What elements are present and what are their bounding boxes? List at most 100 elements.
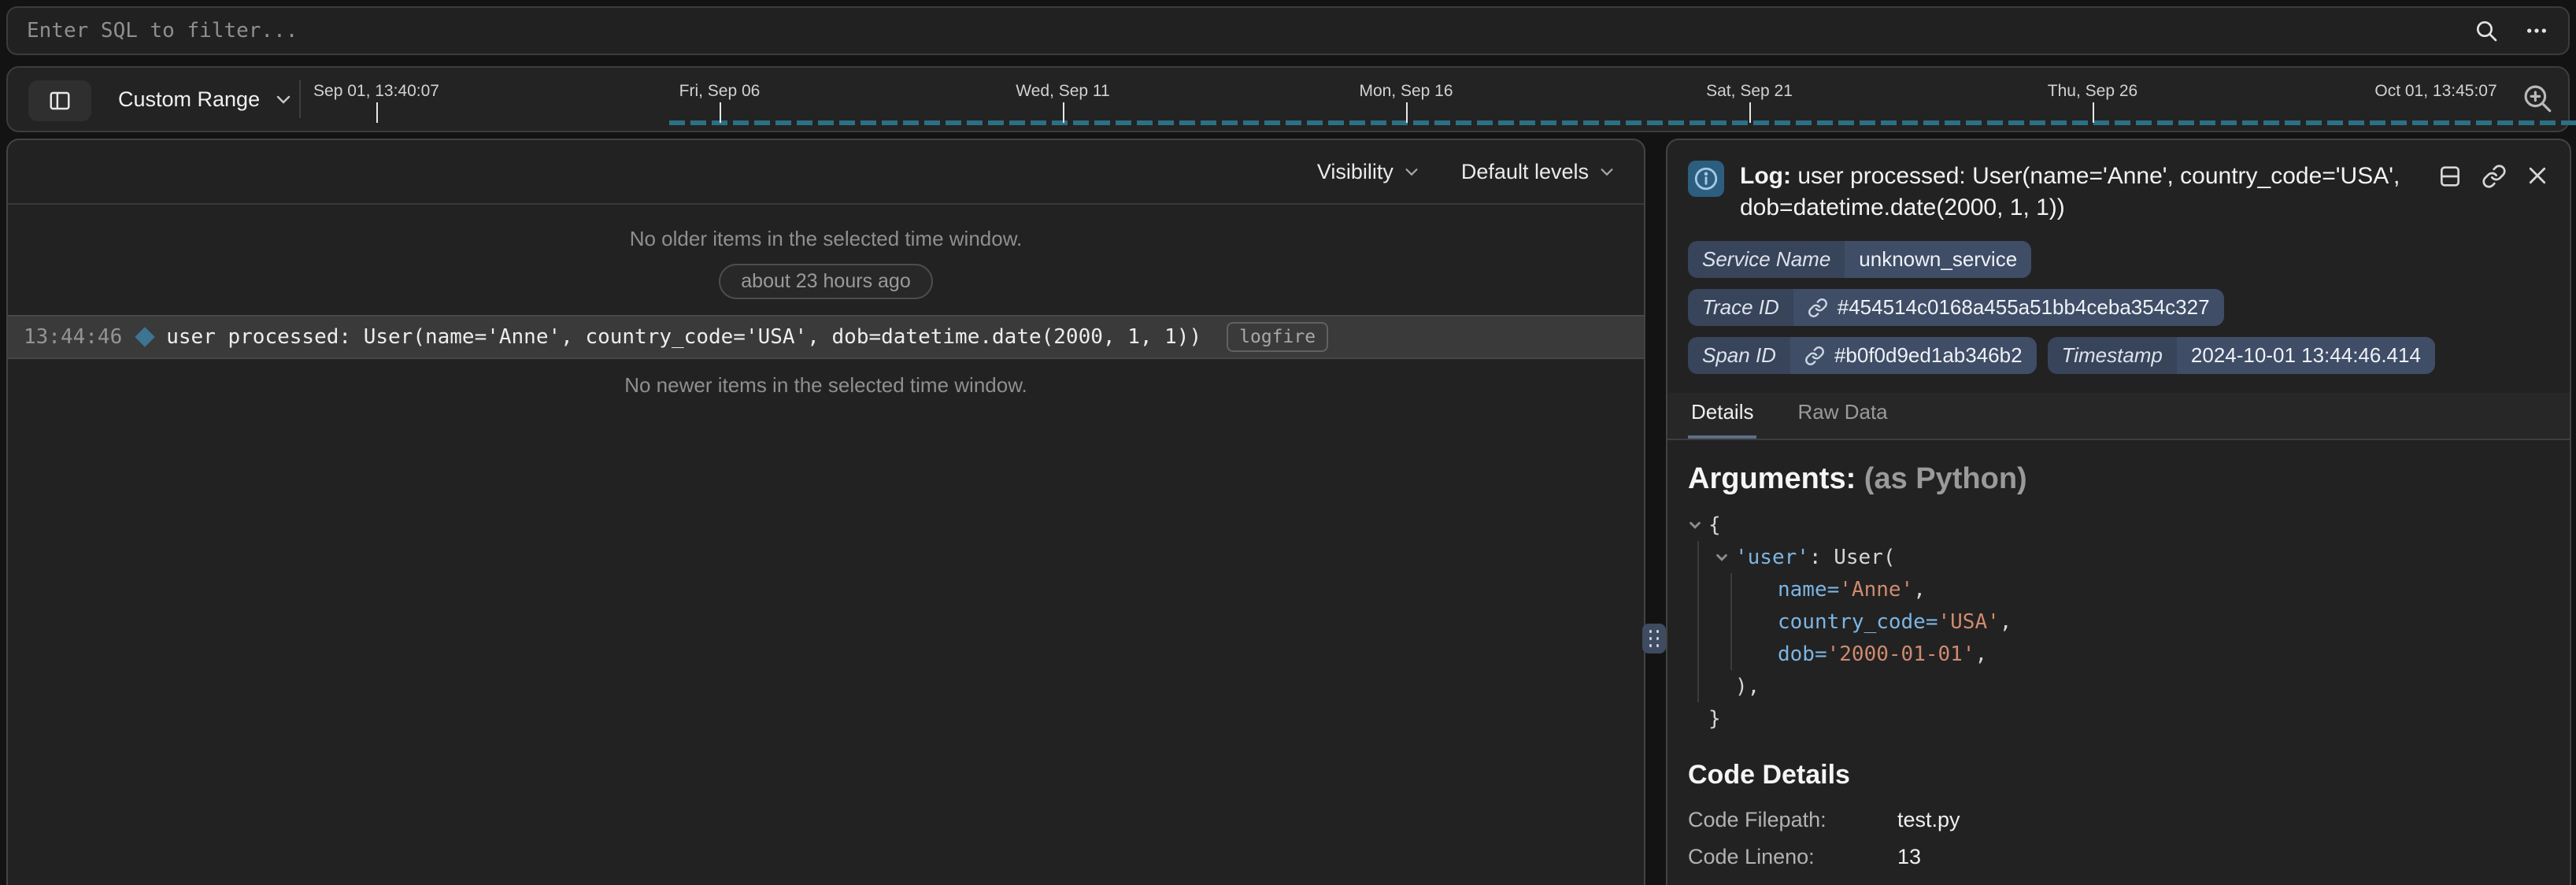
timeline-date-label: Oct 01, 13:45:07 bbox=[2374, 82, 2496, 101]
timeline-tick bbox=[1749, 102, 1751, 123]
timeline-tick bbox=[720, 102, 721, 123]
badge-timestamp: Timestamp2024-10-01 13:44:46.414 bbox=[2048, 337, 2435, 374]
visibility-dropdown[interactable]: Visibility bbox=[1317, 160, 1420, 184]
timeline-span-dashes bbox=[669, 120, 2576, 125]
chevron-down-icon bbox=[274, 90, 293, 109]
panel-resize-handle[interactable] bbox=[1642, 624, 1666, 654]
arguments-heading-text: Arguments: bbox=[1688, 462, 1856, 495]
code-line: } bbox=[1688, 702, 2549, 735]
code-token: , bbox=[1913, 578, 1926, 602]
sql-filter-bar bbox=[6, 6, 2570, 55]
code-details-heading: Code Details bbox=[1688, 760, 2549, 791]
reader-view-icon[interactable] bbox=[2437, 164, 2463, 189]
relative-time-chip: about 23 hours ago bbox=[719, 264, 932, 299]
detail-tabs: Details Raw Data bbox=[1667, 393, 2570, 440]
badge-value: 2024-10-01 13:44:46.414 bbox=[2177, 337, 2435, 374]
timeline-tick bbox=[2093, 102, 2094, 123]
code-token: 'Anne' bbox=[1839, 578, 1913, 602]
log-level-diamond-icon bbox=[135, 327, 155, 346]
code-line: ), bbox=[1688, 670, 2549, 702]
code-detail-value: test.py bbox=[1897, 808, 2549, 832]
timeline-date-label: Wed, Sep 11 bbox=[1016, 82, 1109, 101]
code-token: 'USA' bbox=[1938, 610, 2000, 634]
info-icon bbox=[1688, 161, 1724, 197]
badge-value: #454514c0168a455a51bb4ceba354c327 bbox=[1793, 289, 2224, 326]
metadata-badges: Service Nameunknown_service Trace ID#4545… bbox=[1667, 224, 2570, 374]
code-line: 'user': User( bbox=[1688, 541, 2549, 573]
timeline-date-label: Sat, Sep 21 bbox=[1706, 82, 1793, 101]
detail-title-message: user processed: User(name='Anne', countr… bbox=[1740, 163, 2400, 220]
badge-label: Trace ID bbox=[1688, 289, 1793, 326]
sidebar-toggle-button[interactable] bbox=[28, 80, 91, 121]
badge-span-id[interactable]: Span ID#b0f0d9ed1ab346b2 bbox=[1688, 337, 2037, 374]
chevron-down-icon bbox=[1598, 163, 1616, 180]
code-detail-label: Code Filepath: bbox=[1688, 808, 1897, 832]
code-detail-value: 13 bbox=[1897, 845, 2549, 869]
time-range-label: Custom Range bbox=[118, 87, 260, 112]
collapse-chevron-icon[interactable] bbox=[1688, 509, 1708, 541]
timeline-date-label: Sep 01, 13:40:07 bbox=[313, 82, 439, 101]
badge-label: Service Name bbox=[1688, 241, 1845, 278]
timeline-bar: Custom Range Sep 01, 13:40:07 Fri, Sep 06… bbox=[6, 66, 2570, 132]
code-line: country_code='USA', bbox=[1688, 605, 2549, 638]
tab-raw-data[interactable]: Raw Data bbox=[1794, 391, 1890, 439]
code-token: '2000-01-01' bbox=[1827, 642, 1975, 666]
code-token: name= bbox=[1778, 578, 1839, 602]
log-message: user processed: User(name='Anne', countr… bbox=[166, 325, 1201, 349]
code-line: { bbox=[1688, 509, 2549, 541]
badge-value: #b0f0d9ed1ab346b2 bbox=[1790, 337, 2037, 374]
tab-details[interactable]: Details bbox=[1688, 391, 1756, 439]
code-token: { bbox=[1708, 513, 1721, 537]
visibility-dropdown-label: Visibility bbox=[1317, 160, 1393, 184]
sql-filter-input[interactable] bbox=[27, 19, 2474, 43]
detail-title-prefix: Log: bbox=[1740, 163, 1791, 189]
badge-trace-id[interactable]: Trace ID#454514c0168a455a51bb4ceba354c32… bbox=[1688, 289, 2224, 326]
arguments-heading-sub: (as Python) bbox=[1864, 462, 2027, 495]
link-icon bbox=[1808, 298, 1828, 318]
code-token: } bbox=[1708, 707, 1721, 731]
log-list-header: Visibility Default levels bbox=[8, 140, 1644, 205]
no-older-items-note: No older items in the selected time wind… bbox=[8, 227, 1644, 251]
default-levels-dropdown-label: Default levels bbox=[1461, 160, 1589, 184]
no-newer-items-note: No newer items in the selected time wind… bbox=[8, 373, 1644, 398]
more-options-icon[interactable] bbox=[2524, 18, 2549, 43]
search-icon[interactable] bbox=[2474, 18, 2499, 43]
code-token: ), bbox=[1735, 675, 1760, 698]
timeline-date-label: Fri, Sep 06 bbox=[679, 82, 761, 101]
detail-content: Arguments: (as Python) {'user': User(nam… bbox=[1667, 440, 2570, 885]
code-detail-label: Code Lineno: bbox=[1688, 845, 1897, 869]
collapse-chevron-icon[interactable] bbox=[1715, 542, 1735, 573]
timeline-tick bbox=[1406, 102, 1408, 123]
code-token: : User( bbox=[1809, 546, 1896, 569]
badge-value: unknown_service bbox=[1845, 241, 2031, 278]
code-line: name='Anne', bbox=[1688, 573, 2549, 605]
code-token: , bbox=[2000, 610, 2012, 634]
code-line: dob='2000-01-01', bbox=[1688, 638, 2549, 670]
code-token: 'user' bbox=[1735, 546, 1809, 569]
timeline-tick bbox=[1063, 102, 1064, 123]
log-list-panel: Visibility Default levels No older items… bbox=[6, 139, 1645, 885]
log-detail-panel: Log: user processed: User(name='Anne', c… bbox=[1666, 139, 2571, 885]
arguments-code-tree: {'user': User(name='Anne',country_code='… bbox=[1688, 509, 2549, 735]
code-token: , bbox=[1975, 642, 1987, 666]
code-token: dob= bbox=[1778, 642, 1827, 666]
timeline-track[interactable]: Sep 01, 13:40:07 Fri, Sep 06 Wed, Sep 11 Mo… bbox=[301, 68, 2505, 131]
detail-header: Log: user processed: User(name='Anne', c… bbox=[1667, 140, 2570, 224]
copy-link-icon[interactable] bbox=[2482, 164, 2507, 189]
timeline-tick bbox=[376, 102, 378, 123]
default-levels-dropdown[interactable]: Default levels bbox=[1461, 160, 1616, 184]
timeline-date-label: Mon, Sep 16 bbox=[1359, 82, 1453, 101]
log-row-selected[interactable]: 13:44:46 user processed: User(name='Anne… bbox=[8, 315, 1644, 359]
log-timestamp: 13:44:46 bbox=[24, 325, 122, 349]
logfire-app: Custom Range Sep 01, 13:40:07 Fri, Sep 06… bbox=[0, 0, 2576, 885]
zoom-in-icon[interactable] bbox=[2521, 82, 2554, 115]
detail-title: Log: user processed: User(name='Anne', c… bbox=[1740, 161, 2422, 224]
close-icon[interactable] bbox=[2526, 164, 2549, 187]
badge-label: Timestamp bbox=[2048, 337, 2177, 374]
time-range-selector[interactable]: Custom Range bbox=[118, 68, 293, 131]
badge-service-name: Service Nameunknown_service bbox=[1688, 241, 2031, 278]
link-icon bbox=[1804, 346, 1825, 366]
badge-label: Span ID bbox=[1688, 337, 1790, 374]
code-token: country_code= bbox=[1778, 610, 1938, 634]
log-tag-badge: logfire bbox=[1227, 322, 1328, 352]
